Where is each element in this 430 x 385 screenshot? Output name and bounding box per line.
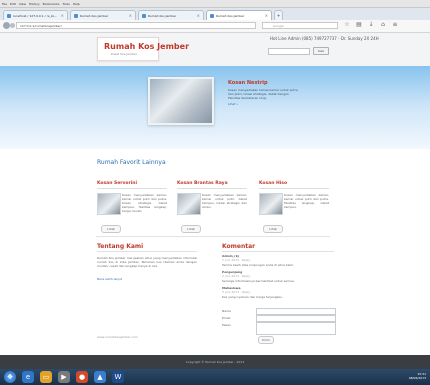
menu-edit[interactable]: Edit: [10, 2, 16, 6]
menu-help[interactable]: Help: [73, 2, 80, 6]
browser-search-field[interactable]: Google: [262, 22, 338, 29]
url-text: 127.0.0.1/rumahkosjember/: [20, 23, 62, 28]
tab-label: Rumah Kos Jember: [216, 13, 245, 18]
bookmark-star-icon[interactable]: ☆: [344, 22, 350, 28]
app-icon[interactable]: ▲: [94, 371, 106, 383]
card-view-button[interactable]: Lihat: [101, 225, 121, 233]
forward-icon[interactable]: [10, 23, 15, 28]
comment-name-input[interactable]: [256, 308, 336, 315]
menu-view[interactable]: View: [19, 2, 26, 6]
comment-text: Kos yang nyaman dan harga terjangkau.: [222, 295, 283, 299]
address-toolbar: 127.0.0.1/rumahkosjember/ Google ☆ ▤ ↓ ⌂…: [0, 20, 430, 33]
browser-menubar: File Edit View History Bookmarks Tools H…: [0, 0, 430, 8]
site-search-input[interactable]: [268, 47, 310, 55]
tab-rumahkos-1[interactable]: Rumah Kos Jember ×: [70, 10, 136, 20]
hero-description: Kosan menyediakan kamar-kamar untuk putr…: [228, 88, 298, 100]
hero-photo: [148, 77, 214, 125]
search-placeholder: Google: [273, 23, 284, 28]
bookmarks-icon[interactable]: ▤: [356, 22, 362, 28]
menu-bookmarks[interactable]: Bookmarks: [43, 2, 60, 6]
url-field[interactable]: 127.0.0.1/rumahkosjember/: [16, 22, 256, 29]
card-title[interactable]: Kosan Hiso: [259, 181, 287, 186]
comment-text: Terima kasih atas kunjungan anda di situ…: [222, 263, 295, 267]
about-text: Rumah Kos Jember merupakan situs yang me…: [97, 256, 197, 268]
card-divider: [177, 188, 247, 189]
explorer-folder-icon[interactable]: ▭: [40, 371, 52, 383]
card-title[interactable]: Kosan Servorini: [97, 181, 137, 186]
card-description: Kosan menyediakan kamar-kamar untuk putr…: [202, 193, 247, 209]
tab-phpmyadmin[interactable]: localhost / 127.0.0.1 / rs_ko... ×: [3, 10, 68, 20]
comment-text: Semoga informasinya bermanfaat untuk sem…: [222, 279, 295, 283]
about-read-more-link[interactable]: Baca lebih lanjut: [97, 277, 122, 281]
card-view-button[interactable]: Lihat: [263, 225, 283, 233]
card-photo[interactable]: [177, 193, 201, 215]
tab-rumahkos-2[interactable]: Rumah Kos Jember ×: [138, 10, 204, 20]
word-icon[interactable]: W: [112, 371, 124, 383]
card-photo[interactable]: [97, 193, 121, 215]
download-icon[interactable]: ↓: [368, 22, 374, 28]
tab-label: Rumah Kos Jember: [80, 13, 109, 18]
form-message-label: Pesan: [222, 323, 231, 327]
site-search: Cari: [268, 47, 329, 55]
favicon-icon: [142, 13, 146, 18]
firefox-icon[interactable]: ●: [76, 371, 88, 383]
logo-subtitle: Pusat Kos Jember: [111, 52, 137, 56]
card-view-button[interactable]: Lihat: [181, 225, 201, 233]
card-description: Kosan menyediakan kamar-kamar untuk putr…: [284, 193, 329, 209]
ie-icon[interactable]: e: [22, 371, 34, 383]
about-divider: [97, 251, 197, 252]
menu-history[interactable]: History: [29, 2, 40, 6]
form-name-label: Nama: [222, 309, 231, 313]
main-content: [0, 149, 430, 355]
about-title: Tentang Kami: [97, 243, 144, 250]
favicon-icon: [7, 13, 11, 18]
comment-submit-button[interactable]: Kirim: [258, 336, 274, 344]
close-icon[interactable]: ×: [197, 13, 200, 18]
close-icon[interactable]: ×: [129, 13, 132, 18]
card-divider: [97, 188, 167, 189]
favorites-title: Rumah Favorit Lainnya: [97, 159, 166, 166]
site-logo[interactable]: Rumah Kos Jember Pusat Kos Jember: [97, 37, 189, 61]
comments-divider: [222, 251, 334, 252]
card-description: Kosan menyediakan kamar-kamar untuk putr…: [122, 193, 167, 213]
comment-message-textarea[interactable]: [256, 322, 336, 335]
comment-meta: 2 Juni 2013 · Reply: [222, 274, 251, 278]
menu-icon[interactable]: ≡: [392, 22, 398, 28]
comments-title: Komentar: [222, 243, 256, 250]
favicon-icon: [74, 13, 78, 18]
site-footer: Copyright © Rumah Kos Jember - 2013: [0, 355, 430, 369]
form-email-label: Email: [222, 316, 231, 320]
close-icon[interactable]: ×: [61, 13, 64, 18]
about-footnote: www.rumahkosjember.com: [97, 335, 138, 339]
footer-copyright: Copyright © Rumah Kos Jember - 2013: [185, 360, 245, 364]
close-icon[interactable]: ×: [265, 13, 268, 18]
new-tab-button[interactable]: +: [274, 10, 283, 20]
menu-file[interactable]: File: [2, 2, 7, 6]
media-player-icon[interactable]: ▶: [58, 371, 70, 383]
hero-link[interactable]: Lihat »: [228, 102, 238, 106]
tab-label: Rumah Kos Jember: [148, 13, 177, 18]
tab-label: localhost / 127.0.0.1 / rs_ko...: [13, 13, 58, 18]
hero-title: Kosan Nestrip: [228, 80, 268, 86]
system-tray[interactable]: 15:31 08/06/2013: [409, 372, 426, 380]
back-icon[interactable]: [3, 22, 10, 29]
comment-email-input[interactable]: [256, 315, 336, 322]
card-photo[interactable]: [259, 193, 283, 215]
contact-hotline: Hot Line Admin (085) 749727737 - Dr. Sun…: [270, 36, 379, 41]
favicon-icon: [210, 13, 214, 18]
start-button-icon[interactable]: ❖: [4, 371, 16, 383]
card-title[interactable]: Kosan Brantas Raya: [177, 181, 228, 186]
hero-banner: [0, 66, 430, 149]
menu-tools[interactable]: Tools: [62, 2, 69, 6]
card-divider: [259, 188, 329, 189]
windows-taskbar: ❖ e ▭ ▶ ● ▲ W 15:31 08/06/2013: [0, 369, 430, 385]
home-icon[interactable]: ⌂: [380, 22, 386, 28]
section-divider: [96, 236, 330, 237]
comment-meta: 1 Juni 2013 · Reply: [222, 258, 251, 262]
tab-rumahkos-active[interactable]: Rumah Kos Jember ×: [206, 10, 272, 20]
clock-date: 08/06/2013: [408, 376, 426, 380]
site-search-button[interactable]: Cari: [313, 47, 329, 55]
comment-meta: 3 Juni 2013 · Reply: [222, 290, 251, 294]
logo-title: Rumah Kos Jember: [104, 42, 190, 51]
